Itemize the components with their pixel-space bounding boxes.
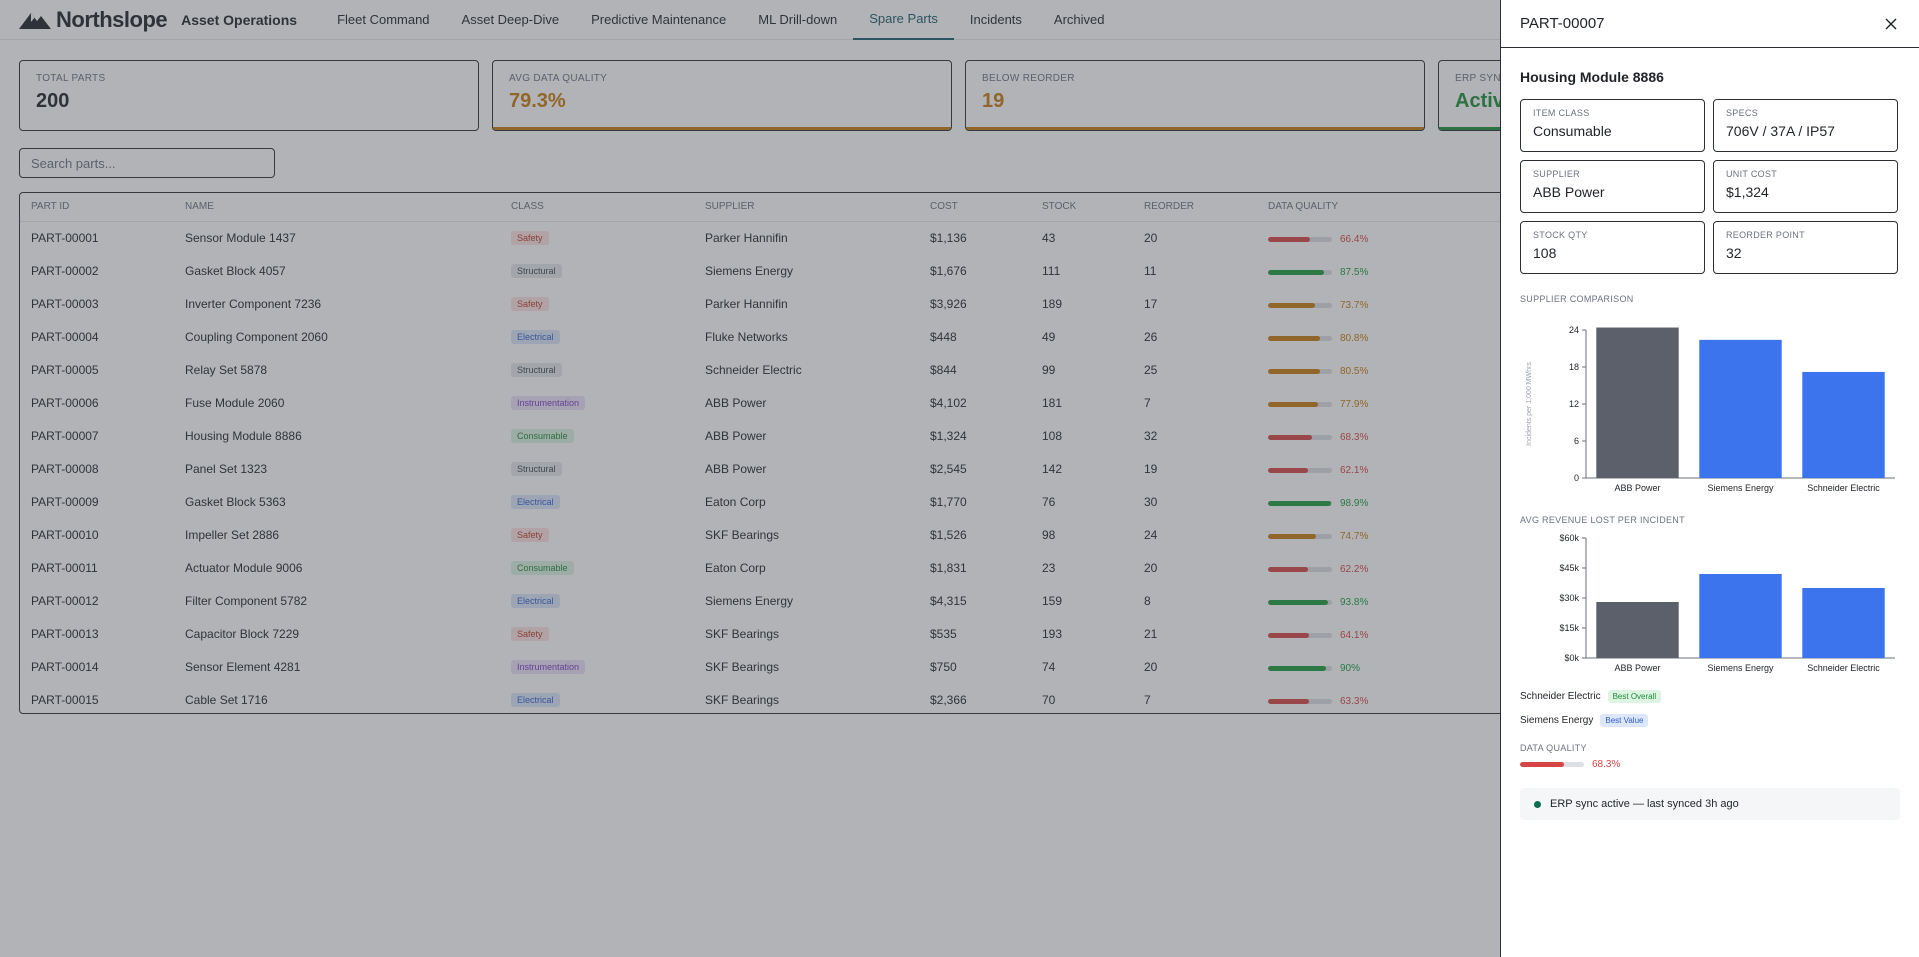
y-tick-label: 6 bbox=[1574, 436, 1579, 446]
field-label: Specs bbox=[1726, 108, 1759, 118]
field-value: 108 bbox=[1533, 245, 1557, 261]
field-item-class: Item Class Consumable bbox=[1520, 99, 1705, 152]
y-tick-label: $30k bbox=[1559, 593, 1579, 603]
field-value: ABB Power bbox=[1533, 184, 1605, 200]
bar[interactable] bbox=[1699, 339, 1782, 478]
field-supplier: Supplier ABB Power bbox=[1520, 160, 1705, 213]
erp-sync-status: ERP sync active — last synced 3h ago bbox=[1520, 788, 1900, 820]
field-specs: Specs 706V / 37A / IP57 bbox=[1713, 99, 1898, 152]
part-detail-drawer: PART-00007 Housing Module 8886 Item Clas… bbox=[1500, 0, 1919, 957]
field-label: Stock Qty bbox=[1533, 230, 1588, 240]
close-button[interactable] bbox=[1882, 15, 1900, 33]
y-tick-label: 0 bbox=[1574, 473, 1579, 483]
legend-item: Siemens Energy Best Value bbox=[1520, 711, 1900, 729]
data-quality-label: Data Quality bbox=[1520, 743, 1587, 753]
legend-supplier: Siemens Energy bbox=[1520, 714, 1594, 726]
y-tick-label: 18 bbox=[1569, 362, 1579, 372]
drawer-title: PART-00007 bbox=[1520, 15, 1605, 32]
revenue-lost-chart: $0k $15k $30k $45k $60k ABB Power Siemens Ener… bbox=[1559, 533, 1895, 673]
field-label: Reorder Point bbox=[1726, 230, 1805, 240]
field-label: Unit Cost bbox=[1726, 169, 1778, 179]
legend-item: Schneider Electric Best Overall bbox=[1520, 687, 1900, 705]
y-tick-label: $15k bbox=[1559, 623, 1579, 633]
field-label: Supplier bbox=[1533, 169, 1580, 179]
field-value: Consumable bbox=[1533, 123, 1612, 139]
bar[interactable] bbox=[1802, 588, 1885, 658]
y-tick-label: $0k bbox=[1564, 653, 1579, 663]
data-quality-value: 68.3% bbox=[1592, 759, 1621, 770]
field-value: 706V / 37A / IP57 bbox=[1726, 123, 1835, 139]
field-label: Item Class bbox=[1533, 108, 1590, 118]
field-unit-cost: Unit Cost $1,324 bbox=[1713, 160, 1898, 213]
status-dot-icon bbox=[1534, 800, 1541, 808]
field-value: 32 bbox=[1726, 245, 1742, 261]
field-reorder-point: Reorder Point 32 bbox=[1713, 221, 1898, 274]
y-tick-label: 12 bbox=[1569, 399, 1579, 409]
bar[interactable] bbox=[1596, 602, 1679, 658]
supplier-comparison-label: Supplier Comparison bbox=[1520, 294, 1634, 304]
legend-badge: Best Value bbox=[1600, 713, 1649, 727]
erp-sync-text: ERP sync active — last synced 3h ago bbox=[1550, 798, 1739, 810]
bar[interactable] bbox=[1699, 574, 1782, 658]
x-tick-label: ABB Power bbox=[1614, 663, 1660, 673]
supplier-legend: Schneider Electric Best Overall Siemens En… bbox=[1520, 687, 1900, 729]
y-tick-label: $45k bbox=[1559, 563, 1579, 573]
field-value: $1,324 bbox=[1726, 184, 1769, 200]
x-tick-label: Schneider Electric bbox=[1807, 483, 1880, 493]
data-quality-meter: 68.3% bbox=[1520, 759, 1620, 770]
part-name: Housing Module 8886 bbox=[1520, 69, 1664, 85]
y-axis-label: Incidents per 1,000 MWhrs bbox=[1526, 362, 1533, 446]
y-tick-label: 24 bbox=[1569, 325, 1579, 335]
field-stock-qty: Stock Qty 108 bbox=[1520, 221, 1705, 274]
x-tick-label: ABB Power bbox=[1614, 483, 1660, 493]
close-icon bbox=[1885, 18, 1897, 29]
x-tick-label: Siemens Energy bbox=[1707, 663, 1774, 673]
legend-supplier: Schneider Electric bbox=[1520, 690, 1601, 702]
x-tick-label: Schneider Electric bbox=[1807, 663, 1880, 673]
data-quality-fill bbox=[1520, 762, 1564, 767]
part-fields: Item Class Consumable Specs 706V / 37A / IP… bbox=[1520, 99, 1900, 274]
bar[interactable] bbox=[1596, 327, 1679, 478]
legend-badge: Best Overall bbox=[1607, 689, 1662, 703]
x-tick-label: Siemens Energy bbox=[1707, 483, 1774, 493]
y-tick-label: $60k bbox=[1559, 533, 1579, 543]
drawer-header: PART-00007 bbox=[1501, 0, 1919, 48]
revenue-lost-label: Avg Revenue Lost Per Incident bbox=[1520, 515, 1685, 525]
bar[interactable] bbox=[1802, 371, 1885, 478]
supplier-comparison-chart: 0 6 12 18 24 ABB Power Siemens Energy Schneider… bbox=[1526, 325, 1895, 493]
